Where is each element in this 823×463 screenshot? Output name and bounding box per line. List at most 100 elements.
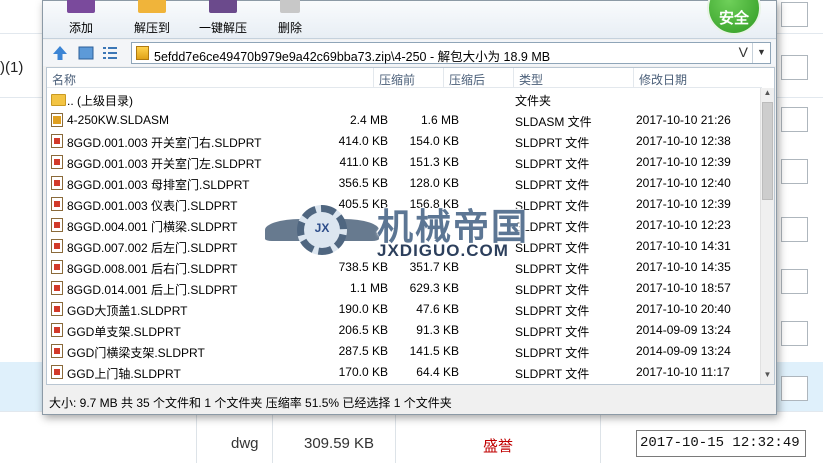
file-row[interactable]: 8GGD.014.001 后上门.SLDPRT 1.1 MB 629.3 KB SLD… — [47, 278, 762, 299]
column-name[interactable]: 名称 — [52, 71, 76, 88]
file-modified: 2014-09-09 13:24 — [636, 344, 731, 358]
file-size: 1.1 MB — [349, 281, 388, 295]
column-divider[interactable] — [373, 68, 374, 88]
file-size: 287.5 KB — [338, 344, 388, 358]
file-packed-size: 47.6 KB — [416, 302, 459, 316]
add-button[interactable]: 添加 — [61, 0, 101, 39]
delete-button-label: 删除 — [277, 21, 302, 35]
archive-toolbar: 添加 解压到 一键解压 删除 安全 — [43, 0, 776, 39]
file-modified: 2017-10-10 14:35 — [636, 260, 731, 274]
part-file-icon — [51, 260, 63, 274]
page-checkbox-6[interactable] — [781, 269, 808, 294]
file-modified: 2017-10-10 21:26 — [636, 113, 731, 127]
scroll-up-icon[interactable]: ▲ — [761, 88, 774, 102]
file-name: 8GGD.001.003 母排室门.SLDPRT — [67, 178, 250, 192]
page-checkbox-7[interactable] — [781, 321, 808, 346]
chevron-down-icon[interactable]: ▼ — [752, 43, 770, 63]
part-file-icon — [51, 365, 63, 379]
page-checkbox-4[interactable] — [781, 159, 808, 184]
watermark: JX 机械帝国 JXDIGUO.COM — [265, 197, 565, 267]
thumbnail-view-icon[interactable] — [77, 44, 95, 62]
file-row[interactable]: GGD大顶盖1.SLDPRT 190.0 KB 47.6 KB SLDPRT 文件 20… — [47, 299, 762, 320]
page-cell-divider — [600, 412, 601, 463]
column-divider[interactable] — [513, 68, 514, 88]
extract-to-button-label: 解压到 — [133, 21, 170, 35]
file-type: SLDASM 文件 — [515, 115, 592, 129]
file-modified: 2017-10-10 18:57 — [636, 281, 731, 295]
file-row[interactable]: 8GGD.001.003 母排室门.SLDPRT 356.5 KB 128.0 KB… — [47, 173, 762, 194]
file-type: 文件夹 — [515, 94, 552, 108]
file-size: 206.5 KB — [338, 323, 388, 337]
file-row[interactable]: 8GGD.001.003 开关室门左.SLDPRT 411.0 KB 151.3 K… — [47, 152, 762, 173]
extract-folder-icon — [138, 0, 166, 13]
file-size: 356.5 KB — [338, 176, 388, 190]
part-file-icon — [51, 281, 63, 295]
file-packed-size: 151.3 KB — [409, 155, 459, 169]
file-packed-size: 154.0 KB — [409, 134, 459, 148]
file-modified: 2017-10-10 12:23 — [636, 218, 731, 232]
page-file-date: 2017-10-15 12:32:49 — [636, 430, 806, 457]
path-history-icon[interactable]: V — [739, 44, 748, 60]
address-bar: 5efdd7e6ce49470b979e9a42c69bba73.zip\4-2… — [43, 40, 776, 66]
one-click-extract-button[interactable]: 一键解压 — [195, 0, 251, 39]
part-file-icon — [51, 155, 63, 169]
page-checkbox-5[interactable] — [781, 217, 808, 242]
column-type[interactable]: 类型 — [519, 71, 543, 88]
watermark-site: JXDIGUO.COM — [377, 241, 509, 260]
file-row[interactable]: 4-250KW.SLDASM 2.4 MB 1.6 MB SLDASM 文件 2017-… — [47, 110, 762, 131]
add-button-label: 添加 — [68, 21, 93, 35]
list-view-icon[interactable] — [101, 44, 119, 62]
file-name: GGD上门轴.SLDPRT — [67, 367, 181, 381]
zip-archive-icon — [136, 46, 149, 60]
file-packed-size: 91.3 KB — [416, 323, 459, 337]
file-name: GGD门横梁支架.SLDPRT — [67, 346, 205, 360]
part-file-icon — [51, 176, 63, 190]
path-field[interactable]: 5efdd7e6ce49470b979e9a42c69bba73.zip\4-2… — [131, 42, 771, 64]
file-type: SLDPRT 文件 — [515, 346, 590, 360]
column-packed[interactable]: 压缩后 — [449, 71, 485, 88]
page-checkbox-3[interactable] — [781, 107, 808, 132]
column-size[interactable]: 压缩前 — [379, 71, 415, 88]
file-name: .. (上级目录) — [67, 94, 133, 108]
file-type: SLDPRT 文件 — [515, 178, 590, 192]
watermark-emblem: JX — [314, 221, 330, 235]
file-row[interactable]: GGD单支架.SLDPRT 206.5 KB 91.3 KB SLDPRT 文件 201… — [47, 320, 762, 341]
file-name: 8GGD.008.001 后右门.SLDPRT — [67, 262, 238, 276]
one-click-extract-button-label: 一键解压 — [198, 21, 247, 35]
file-name: 8GGD.014.001 后上门.SLDPRT — [67, 283, 238, 297]
vertical-scrollbar[interactable]: ▲ ▼ — [760, 88, 774, 384]
file-row[interactable]: .. (上级目录) 文件夹 — [47, 89, 762, 110]
column-divider[interactable] — [633, 68, 634, 88]
file-size: 2.4 MB — [349, 113, 388, 127]
add-archive-icon — [67, 0, 95, 13]
file-name: GGD单支架.SLDPRT — [67, 325, 181, 339]
file-modified: 2017-10-10 12:38 — [636, 134, 731, 148]
folder-icon — [51, 94, 66, 106]
file-row[interactable]: 8GGD.001.003 开关室门右.SLDPRT 414.0 KB 154.0 K… — [47, 131, 762, 152]
delete-button[interactable]: 删除 — [273, 0, 307, 39]
scrollbar-thumb[interactable] — [762, 102, 773, 200]
column-divider[interactable] — [443, 68, 444, 88]
page-file-uploader[interactable]: 盛誉 — [483, 435, 513, 456]
file-packed-size: 1.6 MB — [420, 113, 459, 127]
file-row[interactable]: GGD门横梁支架.SLDPRT 287.5 KB 141.5 KB SLDPRT 文件… — [47, 341, 762, 362]
file-name: 8GGD.007.002 后左门.SLDPRT — [67, 241, 238, 255]
page-checkbox-2[interactable] — [781, 55, 808, 80]
one-click-extract-icon — [209, 0, 237, 13]
file-modified: 2017-10-10 14:31 — [636, 239, 731, 253]
column-modified[interactable]: 修改日期 — [639, 71, 687, 88]
file-row[interactable]: GGD上门轴.SLDPRT 170.0 KB 64.4 KB SLDPRT 文件 201… — [47, 362, 762, 383]
file-type: SLDPRT 文件 — [515, 367, 590, 381]
page-checkbox-8[interactable] — [781, 376, 808, 401]
up-arrow-icon[interactable] — [51, 44, 69, 62]
file-size: 190.0 KB — [338, 302, 388, 316]
extract-to-button[interactable]: 解压到 — [129, 0, 175, 39]
scroll-down-icon[interactable]: ▼ — [761, 370, 774, 384]
path-text: 5efdd7e6ce49470b979e9a42c69bba73.zip\4-2… — [154, 50, 551, 64]
file-size: 170.0 KB — [338, 365, 388, 379]
page-file-extension: dwg — [231, 435, 259, 452]
page-checkbox-1[interactable] — [781, 2, 808, 27]
security-badge[interactable]: 安全 — [707, 0, 761, 35]
file-type: SLDPRT 文件 — [515, 304, 590, 318]
page-left-count: )(1) — [0, 59, 24, 76]
